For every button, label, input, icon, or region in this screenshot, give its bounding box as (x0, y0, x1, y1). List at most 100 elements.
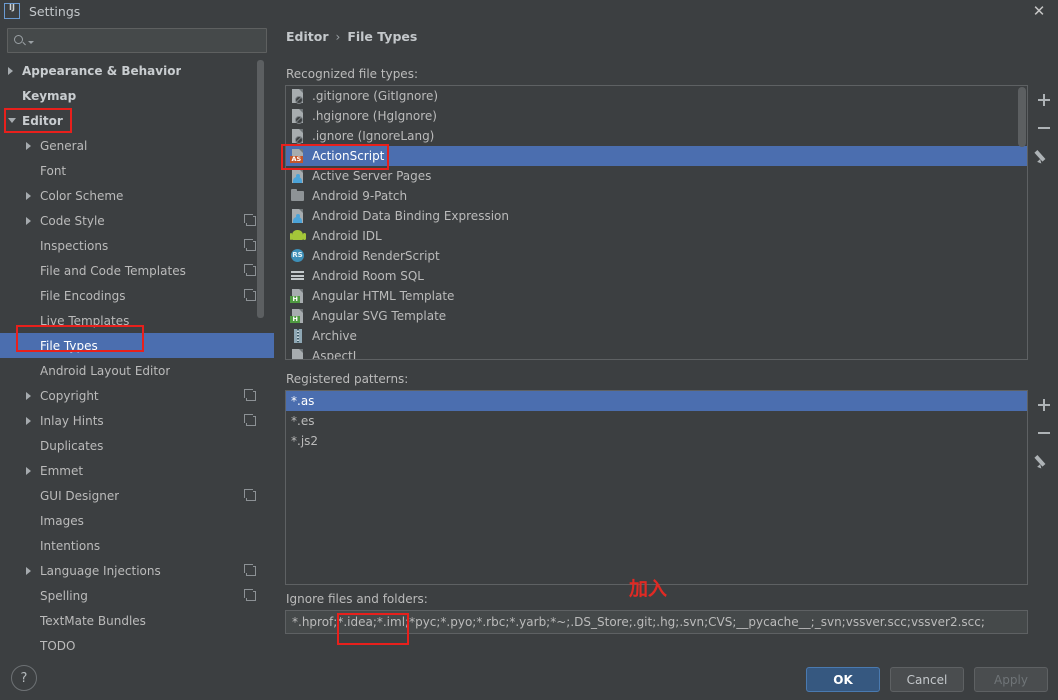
pattern-row[interactable]: *.as (286, 391, 1027, 411)
help-button[interactable]: ? (11, 665, 37, 691)
sidebar-item-spelling[interactable]: Spelling (0, 583, 274, 608)
cancel-button[interactable]: Cancel (890, 667, 964, 692)
sidebar-item-file-types[interactable]: File Types (0, 333, 274, 358)
sidebar-item-color-scheme[interactable]: Color Scheme (0, 183, 274, 208)
file-type-row[interactable]: Archive (286, 326, 1027, 346)
file-type-row[interactable]: Android 9-Patch (286, 186, 1027, 206)
close-icon[interactable]: ✕ (1026, 2, 1052, 20)
sidebar-item-label: Images (40, 513, 84, 528)
recognized-file-types-label: Recognized file types: (286, 67, 418, 81)
file-type-row[interactable]: AS ActionScript (286, 146, 1027, 166)
file-type-row[interactable]: H Angular HTML Template (286, 286, 1027, 306)
add-pattern-button[interactable] (1031, 391, 1057, 419)
file-type-icon-lines (290, 268, 306, 284)
sidebar-item-android-layout-editor[interactable]: Android Layout Editor (0, 358, 274, 383)
sidebar-item-language-injections[interactable]: Language Injections (0, 558, 274, 583)
search-input[interactable] (38, 32, 260, 49)
sidebar-item-code-style[interactable]: Code Style (0, 208, 274, 233)
copy-settings-icon[interactable] (244, 288, 256, 301)
sidebar-item-intentions[interactable]: Intentions (0, 533, 274, 558)
sidebar-item-gui-designer[interactable]: GUI Designer (0, 483, 274, 508)
sidebar-item-emmet[interactable]: Emmet (0, 458, 274, 483)
copy-settings-icon[interactable] (244, 388, 256, 401)
file-types-scrollbar[interactable] (1018, 87, 1026, 147)
file-type-row[interactable]: .ignore (IgnoreLang) (286, 126, 1027, 146)
chevron-right-icon[interactable] (26, 566, 31, 575)
sidebar-item-appearance-behavior[interactable]: Appearance & Behavior (0, 58, 274, 83)
copy-settings-icon[interactable] (244, 563, 256, 576)
file-type-row[interactable]: RS Android RenderScript (286, 246, 1027, 266)
file-type-row[interactable]: .hgignore (HgIgnore) (286, 106, 1027, 126)
settings-tree[interactable]: Appearance & Behavior Keymap Editor General… (0, 58, 274, 656)
sidebar-item-duplicates[interactable]: Duplicates (0, 433, 274, 458)
chevron-right-icon[interactable] (26, 191, 31, 200)
copy-settings-icon[interactable] (244, 213, 256, 226)
expander-slot[interactable] (26, 416, 40, 425)
expander-slot[interactable] (26, 141, 40, 150)
sidebar-item-live-templates[interactable]: Live Templates (0, 308, 274, 333)
file-type-icon-archive (290, 328, 306, 344)
file-type-name: Android Room SQL (312, 269, 424, 283)
copy-settings-icon[interactable] (244, 413, 256, 426)
sidebar-item-todo[interactable]: TODO (0, 633, 274, 656)
file-type-icon-folder (290, 188, 306, 204)
file-type-row[interactable]: Active Server Pages (286, 166, 1027, 186)
copy-settings-icon[interactable] (244, 488, 256, 501)
sidebar-item-label: Intentions (40, 538, 101, 553)
sidebar-item-images[interactable]: Images (0, 508, 274, 533)
sidebar-item-inspections[interactable]: Inspections (0, 233, 274, 258)
remove-pattern-button[interactable] (1031, 419, 1057, 447)
chevron-down-icon[interactable] (8, 118, 16, 123)
ok-button[interactable]: OK (806, 667, 880, 692)
file-type-row[interactable]: AspectJ (286, 346, 1027, 359)
sidebar-item-keymap[interactable]: Keymap (0, 83, 274, 108)
file-type-name: Active Server Pages (312, 169, 432, 183)
add-file-type-button[interactable] (1031, 86, 1057, 114)
chevron-right-icon[interactable] (26, 216, 31, 225)
copy-settings-icon[interactable] (244, 263, 256, 276)
file-type-name: .hgignore (HgIgnore) (312, 109, 437, 123)
edit-file-type-button[interactable] (1031, 142, 1057, 170)
sidebar-item-label: Keymap (22, 88, 77, 103)
chevron-right-icon[interactable] (26, 391, 31, 400)
breadcrumb-separator: › (335, 29, 341, 44)
expander-slot[interactable] (26, 216, 40, 225)
edit-pattern-button[interactable] (1031, 447, 1057, 475)
expander-slot[interactable] (8, 66, 22, 75)
expander-slot[interactable] (8, 118, 22, 123)
sidebar-item-font[interactable]: Font (0, 158, 274, 183)
expander-slot[interactable] (26, 566, 40, 575)
chevron-right-icon[interactable] (26, 141, 31, 150)
breadcrumb-parent[interactable]: Editor (286, 29, 329, 44)
sidebar-item-file-and-code-templates[interactable]: File and Code Templates (0, 258, 274, 283)
sidebar-item-file-encodings[interactable]: File Encodings (0, 283, 274, 308)
sidebar-item-general[interactable]: General (0, 133, 274, 158)
expander-slot[interactable] (26, 391, 40, 400)
expander-slot[interactable] (26, 191, 40, 200)
file-type-icon-file-person (290, 168, 306, 184)
chevron-right-icon[interactable] (26, 466, 31, 475)
pattern-row[interactable]: *.es (286, 411, 1027, 431)
remove-file-type-button[interactable] (1031, 114, 1057, 142)
sidebar-item-textmate-bundles[interactable]: TextMate Bundles (0, 608, 274, 633)
sidebar-item-editor[interactable]: Editor (0, 108, 274, 133)
chevron-right-icon[interactable] (8, 66, 13, 75)
file-type-row[interactable]: Android Data Binding Expression (286, 206, 1027, 226)
apply-button[interactable]: Apply (974, 667, 1048, 692)
file-type-row[interactable]: Android IDL (286, 226, 1027, 246)
pattern-row[interactable]: *.js2 (286, 431, 1027, 451)
ignore-files-input[interactable]: *.hprof;*.idea;*.iml;*pyc;*.pyo;*.rbc;*.… (285, 610, 1028, 634)
recognized-file-types-list[interactable]: .gitignore (GitIgnore) .hgignore (HgIgnor… (285, 85, 1028, 360)
copy-settings-icon[interactable] (244, 238, 256, 251)
search-box[interactable] (7, 28, 267, 53)
sidebar-item-inlay-hints[interactable]: Inlay Hints (0, 408, 274, 433)
file-type-row[interactable]: Android Room SQL (286, 266, 1027, 286)
registered-patterns-list[interactable]: *.as *.es *.js2 (285, 390, 1028, 585)
file-type-row[interactable]: H Angular SVG Template (286, 306, 1027, 326)
copy-settings-icon[interactable] (244, 588, 256, 601)
chevron-right-icon[interactable] (26, 416, 31, 425)
sidebar-item-copyright[interactable]: Copyright (0, 383, 274, 408)
expander-slot[interactable] (26, 466, 40, 475)
pencil-icon (1037, 454, 1051, 468)
file-type-row[interactable]: .gitignore (GitIgnore) (286, 86, 1027, 106)
